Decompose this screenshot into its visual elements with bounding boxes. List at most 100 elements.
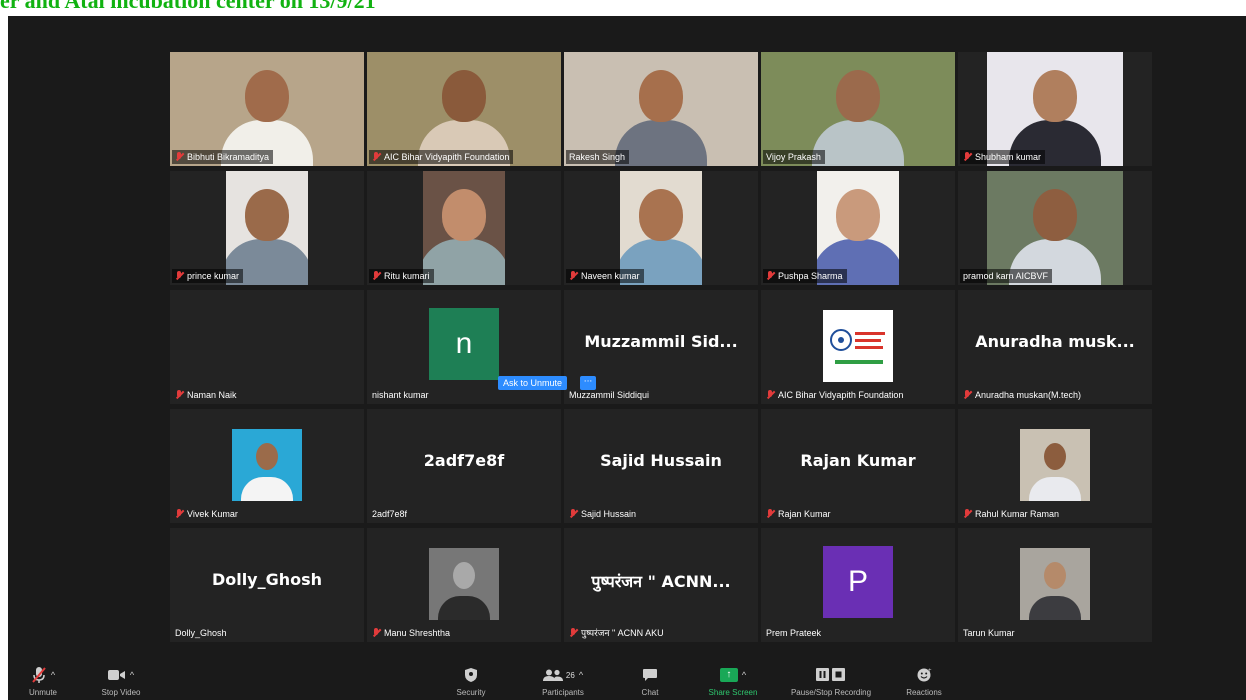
chat-button[interactable]: Chat	[628, 664, 672, 700]
participant-name: Tarun Kumar	[963, 628, 1015, 638]
meeting-toolbar: ^ Unmute ^ Stop Video Security 26 ^ Part…	[8, 658, 1246, 700]
muted-microphone-icon	[372, 271, 381, 281]
participant-face	[1044, 443, 1066, 470]
participant-tile[interactable]: prince kumar	[170, 171, 364, 285]
participants-count: 26	[565, 670, 575, 680]
participant-name-label: Rajan Kumar	[763, 507, 835, 521]
participant-face	[1044, 562, 1066, 589]
participant-tile[interactable]: AIC Bihar Vidyapith Foundation	[367, 52, 561, 166]
participants-icon	[542, 669, 563, 681]
chevron-up-icon[interactable]: ^	[579, 670, 583, 680]
participant-tile[interactable]: Ritu kumari	[367, 171, 561, 285]
participant-name-label: Anuradha muskan(M.tech)	[960, 388, 1085, 402]
participant-name-label: Bibhuti Bikramaditya	[172, 150, 274, 164]
participant-tile[interactable]: Manu Shreshtha	[367, 528, 561, 642]
unmute-label: Unmute	[28, 688, 57, 697]
participant-name: पुष्परंजन " ACNN AKU	[581, 628, 664, 638]
participant-tile[interactable]: 2adf7e8f 2adf7e8f	[367, 409, 561, 523]
participant-name-label: Rakesh Singh	[566, 150, 630, 164]
unmute-button[interactable]: ^ Unmute	[18, 664, 68, 700]
participant-tile[interactable]: Sajid Hussain Sajid Hussain	[564, 409, 758, 523]
muted-microphone-icon	[766, 509, 775, 519]
participant-tile[interactable]: Rajan Kumar Rajan Kumar	[761, 409, 955, 523]
participant-name: Vivek Kumar	[187, 509, 238, 519]
aic-logo-image	[823, 310, 893, 382]
participant-body	[241, 477, 293, 501]
participants-button[interactable]: 26 ^ Participants	[528, 664, 598, 700]
participant-name-label: Vijoy Prakash	[763, 150, 825, 164]
pause-stop-icon	[816, 668, 845, 681]
muted-microphone-icon	[766, 390, 775, 400]
aic-logo-icon	[830, 329, 885, 364]
participant-tile[interactable]: Pushpa Sharma	[761, 171, 955, 285]
participant-tile[interactable]: Naveen kumar	[564, 171, 758, 285]
muted-microphone-icon	[372, 152, 381, 162]
participant-tile[interactable]: Bibhuti Bikramaditya	[170, 52, 364, 166]
participant-tile[interactable]: Vivek Kumar	[170, 409, 364, 523]
participant-name-label: पुष्परंजन " ACNN AKU	[566, 626, 668, 640]
participant-tile[interactable]: Naman Naik	[170, 290, 364, 404]
chevron-up-icon[interactable]: ^	[51, 670, 55, 680]
participant-name: Rakesh Singh	[569, 152, 626, 162]
chevron-up-icon[interactable]: ^	[130, 670, 134, 680]
more-options-button[interactable]: ···	[580, 376, 596, 390]
participant-tile[interactable]: Vijoy Prakash	[761, 52, 955, 166]
participant-display-name: पुष्परंजन " ACNN...	[591, 572, 731, 591]
participant-tile[interactable]: Rahul Kumar Raman	[958, 409, 1152, 523]
participant-name: Anuradha muskan(M.tech)	[975, 390, 1082, 400]
participant-face	[836, 189, 880, 241]
svg-text:+: +	[928, 668, 932, 674]
participant-name-label: Naman Naik	[172, 388, 241, 402]
participant-profile-photo	[1020, 429, 1090, 501]
participant-face	[836, 70, 880, 122]
participant-name-label: Sajid Hussain	[566, 507, 640, 521]
security-button[interactable]: Security	[446, 664, 496, 700]
participant-tile[interactable]: Anuradha musk... Anuradha muskan(M.tech)	[958, 290, 1152, 404]
participant-video	[564, 52, 758, 166]
participant-tile[interactable]: पुष्परंजन " ACNN... पुष्परंजन " ACNN AKU	[564, 528, 758, 642]
participant-name-label: AIC Bihar Vidyapith Foundation	[369, 150, 514, 164]
muted-microphone-icon	[963, 152, 972, 162]
ask-to-unmute-button[interactable]: Ask to Unmute	[498, 376, 568, 390]
participant-name-label: 2adf7e8f	[369, 507, 411, 521]
participant-name-label: Vivek Kumar	[172, 507, 242, 521]
participant-name: Manu Shreshtha	[384, 628, 451, 638]
pause-stop-recording-button[interactable]: Pause/Stop Recording	[776, 664, 886, 700]
muted-microphone-icon	[963, 509, 972, 519]
security-label: Security	[456, 688, 486, 697]
muted-microphone-icon	[372, 628, 381, 638]
participant-tile[interactable]: pramod karn AICBVF	[958, 171, 1152, 285]
participant-face	[442, 70, 486, 122]
participant-video	[987, 52, 1123, 166]
pause-recording-label: Pause/Stop Recording	[790, 688, 872, 697]
share-screen-icon: ↑	[719, 668, 738, 682]
chevron-up-icon[interactable]: ^	[742, 670, 746, 680]
share-screen-label: Share Screen	[708, 688, 758, 697]
share-screen-button[interactable]: ↑ ^ Share Screen	[694, 664, 772, 700]
participant-tile[interactable]: Tarun Kumar	[958, 528, 1152, 642]
muted-microphone-icon	[963, 390, 972, 400]
participant-tile[interactable]: Rakesh Singh	[564, 52, 758, 166]
participant-video	[620, 171, 702, 285]
participant-name: Dolly_Ghosh	[175, 628, 227, 638]
participants-label: Participants	[542, 688, 584, 697]
participant-tile[interactable]: AIC Bihar Vidyapith Foundation	[761, 290, 955, 404]
participant-face	[245, 189, 289, 241]
participant-name: Shubham kumar	[975, 152, 1042, 162]
participant-video	[367, 52, 561, 166]
participant-name-label: Ritu kumari	[369, 269, 434, 283]
participant-tile[interactable]: Dolly_Ghosh Dolly_Ghosh	[170, 528, 364, 642]
participant-avatar: P	[823, 546, 893, 618]
stop-video-button[interactable]: ^ Stop Video	[86, 664, 156, 700]
muted-microphone-icon	[175, 152, 184, 162]
participant-tile[interactable]: Shubham kumar	[958, 52, 1152, 166]
participant-display-name: Rajan Kumar	[800, 451, 916, 470]
participant-name-label: Naveen kumar	[566, 269, 644, 283]
participant-tile[interactable]: P Prem Prateek	[761, 528, 955, 642]
participant-name-label: Shubham kumar	[960, 150, 1046, 164]
participant-face	[1033, 189, 1077, 241]
participant-name: Naveen kumar	[581, 271, 640, 281]
participant-face	[453, 562, 475, 589]
reactions-button[interactable]: + Reactions	[894, 664, 954, 700]
participant-video	[226, 171, 308, 285]
